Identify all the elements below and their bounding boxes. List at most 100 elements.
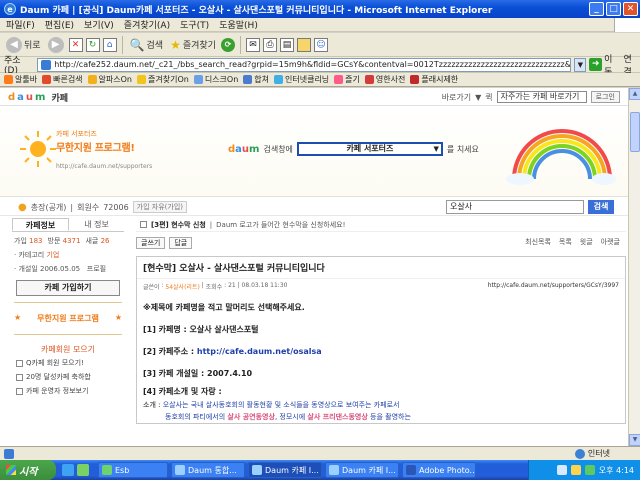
back-arrow-icon: ◀: [6, 36, 22, 53]
link-internet-cleaning[interactable]: 인터넷클리닝: [274, 74, 329, 85]
task-daum-cafe-2[interactable]: Daum 카페 I...: [325, 462, 399, 478]
ie-icon: [175, 465, 185, 475]
refresh-icon[interactable]: ↻: [85, 37, 100, 52]
search-button[interactable]: 🔍 검색: [128, 38, 166, 52]
search-label: 검색: [146, 41, 164, 51]
forward-button[interactable]: ▶: [46, 36, 66, 53]
menu-view[interactable]: 보기(V): [84, 18, 114, 31]
body-link[interactable]: http://cafe.daum.net/osalsa: [197, 347, 322, 356]
members-label: 회원수: [77, 202, 100, 212]
scroll-up-icon[interactable]: ▲: [629, 88, 640, 100]
stat-value: 183: [29, 237, 43, 245]
task-photoshop[interactable]: Adobe Photo...: [402, 462, 476, 478]
menu-favorites[interactable]: 즐겨찾기(A): [124, 18, 170, 31]
network-icon[interactable]: [556, 465, 567, 475]
mail-icon[interactable]: ✉: [245, 37, 260, 52]
link-disk-on[interactable]: 디스크On: [193, 74, 238, 85]
profile-link[interactable]: 프로필: [87, 265, 106, 273]
body-open-date: [3] 카페 개설일 : 2007.4.10: [143, 363, 619, 385]
messenger-tray-icon[interactable]: [584, 465, 595, 475]
goto-sep: ▼: [475, 92, 482, 102]
body-cafe-address: [2] 카페주소 : http://cafe.daum.net/osalsa: [143, 341, 619, 363]
body-intro-header: [4] 카페소개 및 자랑 :: [143, 387, 222, 396]
write-button[interactable]: 글쓰기: [136, 237, 166, 249]
stat-value: 26: [100, 237, 110, 245]
folder-icon[interactable]: [296, 37, 311, 52]
notice-text[interactable]: Daum 로고가 들어간 현수막을 신청하세요!: [216, 220, 345, 230]
post-url[interactable]: http://cafe.daum.net/supporters/GCsY/399…: [488, 282, 619, 289]
banner-url[interactable]: http://cafe.daum.net/supporters: [56, 163, 152, 170]
author-name[interactable]: 54살사(리트): [165, 282, 199, 291]
menu-tools[interactable]: 도구(T): [180, 18, 209, 31]
task-daum-cafe-1[interactable]: Daum 카페 I...: [248, 462, 322, 478]
sidebar-item-admin-info[interactable]: 카페 운영자 정보보기: [12, 384, 124, 398]
start-button[interactable]: 시작: [0, 460, 56, 480]
back-button[interactable]: ◀ 뒤로: [4, 36, 43, 53]
task-daum-search[interactable]: Daum 통합...: [171, 462, 245, 478]
cafe-search-input[interactable]: 오살사: [446, 200, 584, 214]
task-esb[interactable]: Esb: [98, 462, 168, 478]
tab-my-info[interactable]: 내 정보: [69, 218, 124, 231]
ie-quicklaunch-icon[interactable]: [62, 464, 74, 476]
favorites-button[interactable]: ★ 즐겨찾기: [168, 38, 218, 52]
link-quick-search[interactable]: 빠른검색: [42, 74, 83, 85]
prev-post-link[interactable]: 윗글: [580, 237, 593, 247]
volume-icon[interactable]: [570, 465, 581, 475]
print-icon[interactable]: ⎙: [262, 37, 277, 52]
scroll-thumb[interactable]: [630, 112, 640, 152]
link-fun[interactable]: 즐기: [334, 74, 360, 85]
goto-select[interactable]: 자주가는 카페 바로가기: [496, 91, 587, 103]
address-input[interactable]: http://cafe252.daum.net/_c21_/bbs_search…: [37, 57, 572, 72]
list-link[interactable]: 목록: [559, 237, 572, 247]
intro-text: 동호회의 파티에서의: [165, 413, 228, 421]
address-dropdown-icon[interactable]: ▼: [574, 57, 587, 72]
menu-edit[interactable]: 편집(E): [45, 18, 74, 31]
desktop-quicklaunch-icon[interactable]: [77, 464, 89, 476]
cafe-search-value: 카페 서포터즈: [346, 144, 394, 153]
intro-highlight: 살사 프리댄스동영상: [307, 413, 368, 421]
links-bar: 알툴바 빠른검색 알파스On 즐겨찾기On 디스크On 합쳐 인터넷클리닝 즐기…: [0, 73, 640, 87]
vertical-scrollbar[interactable]: ▲ ▼: [628, 88, 640, 446]
link-alpass[interactable]: 알파스On: [87, 74, 132, 85]
body-value: 오살사 살사댄스포털: [189, 325, 259, 334]
join-cafe-button[interactable]: 카페 가입하기: [16, 280, 120, 296]
edit-icon[interactable]: ▤: [279, 37, 294, 52]
close-button[interactable]: ✕: [623, 2, 638, 16]
category-line: · 카테고리 기업: [14, 251, 60, 259]
link-label: 플래시제한: [421, 75, 459, 84]
link-flash-block[interactable]: 플래시제한: [410, 74, 458, 85]
minimize-button[interactable]: _: [589, 2, 604, 16]
globe-icon: [574, 448, 585, 459]
next-post-link[interactable]: 아랫글: [601, 237, 620, 247]
notice-tag[interactable]: [3편] 현수막 신청: [151, 220, 206, 230]
category-value[interactable]: 기업: [46, 251, 59, 259]
home-icon[interactable]: ⌂: [102, 37, 117, 52]
cafe-search-button[interactable]: 검색: [588, 200, 614, 214]
login-button[interactable]: 로그인: [590, 91, 620, 103]
reply-button[interactable]: 답글: [169, 237, 193, 249]
maximize-button[interactable]: □: [606, 2, 621, 16]
tab-cafe-info[interactable]: 카페정보: [12, 218, 69, 231]
member-section-title: 카페회원 모으기: [40, 345, 96, 354]
messenger-icon[interactable]: ☺: [313, 37, 328, 52]
menu-help[interactable]: 도움말(H): [219, 18, 258, 31]
bulb-icon: ●: [18, 201, 27, 213]
link-dictionary[interactable]: 영한사전: [364, 74, 405, 85]
scroll-down-icon[interactable]: ▼: [629, 434, 640, 446]
program-header[interactable]: ★ 무한지원 프로그램 ★: [12, 309, 124, 328]
link-merge[interactable]: 합쳐: [243, 74, 269, 85]
cafe-search-select[interactable]: 카페 서포터즈 ▼: [296, 142, 443, 156]
link-altoolbar[interactable]: 알툴바: [4, 74, 37, 85]
body-intro: 소개 : 오살사는 국내 살사동호회의 활동현황 및 소식들을 동영상으로 보여…: [143, 399, 619, 423]
history-icon[interactable]: ⟳: [220, 37, 235, 52]
link-favorites-on[interactable]: 즐겨찾기On: [137, 74, 189, 85]
separator: |: [70, 202, 74, 212]
cafe-owner[interactable]: 총장(공개): [31, 202, 67, 213]
ie-logo-icon: e: [4, 3, 16, 15]
daum-logo[interactable]: daum 카페: [8, 91, 68, 104]
menu-file[interactable]: 파일(F): [6, 18, 35, 31]
sidebar-item-recruit[interactable]: Q카페 회원 모으기!: [12, 356, 124, 370]
stop-icon[interactable]: ✕: [68, 37, 83, 52]
sidebar-item-congrats[interactable]: 20명 달성카페 축하합: [12, 370, 124, 384]
latest-list-link[interactable]: 최신목록: [525, 237, 551, 247]
